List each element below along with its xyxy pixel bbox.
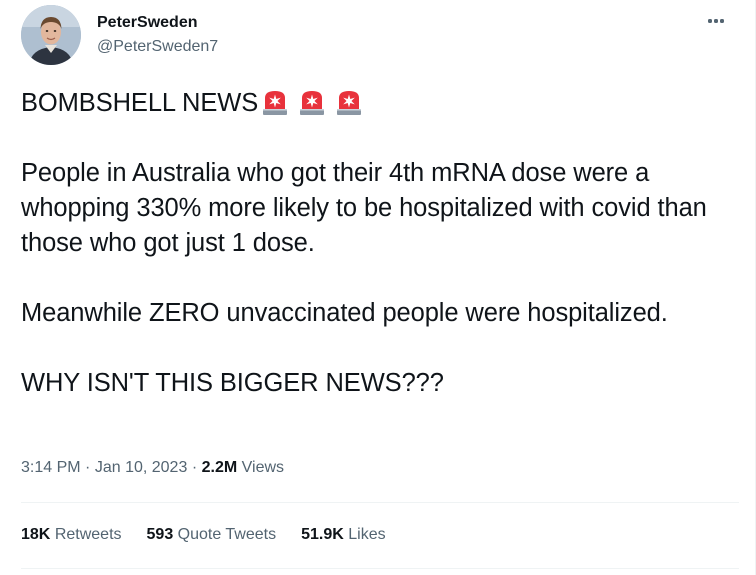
police-car-light-icon (334, 87, 364, 117)
meta-separator: · (191, 459, 198, 476)
likes-count: 51.9K (301, 526, 344, 543)
quote-tweets-stat[interactable]: 593 Quote Tweets (147, 524, 277, 546)
tweet-time[interactable]: 3:14 PM (21, 459, 81, 476)
more-dot-icon (714, 19, 718, 23)
views-label: Views (241, 459, 285, 476)
quotes-count: 593 (146, 526, 174, 543)
meta-separator: · (85, 459, 91, 476)
tweet-headline-line: BOMBSHELL NEWS (21, 86, 739, 121)
tweet-paragraph-1: People in Australia who got their 4th mR… (21, 159, 707, 257)
tweet-date[interactable]: Jan 10, 2023 (95, 459, 188, 476)
views-count: 2.2M (201, 459, 238, 476)
quotes-label: Quote Tweets (177, 526, 277, 543)
divider (21, 568, 739, 569)
retweets-count: 18K (21, 526, 51, 543)
police-car-light-icon (297, 87, 327, 117)
likes-label: Likes (348, 526, 386, 543)
likes-stat[interactable]: 51.9K Likes (301, 524, 386, 546)
avatar[interactable] (21, 5, 81, 65)
tweet-text: BOMBSHELL NEWS People in Australia who g… (21, 86, 739, 401)
retweets-stat[interactable]: 18K Retweets (21, 524, 122, 546)
divider (21, 502, 739, 503)
more-dot-icon (708, 19, 712, 23)
more-options-button[interactable] (703, 12, 729, 30)
more-dot-icon (720, 19, 724, 23)
tweet-paragraph-2: Meanwhile ZERO unvaccinated people were … (21, 299, 668, 327)
avatar-image (21, 5, 81, 65)
engagement-stats: 18K Retweets 593 Quote Tweets 51.9K Like… (21, 524, 411, 546)
tweet-headline: BOMBSHELL NEWS (21, 89, 259, 117)
tweet-card: PeterSweden @PeterSweden7 BOMBSHELL NEWS… (0, 0, 756, 575)
tweet-meta: 3:14 PM · Jan 10, 2023 · 2.2M Views (21, 457, 284, 479)
author-handle[interactable]: @PeterSweden7 (97, 37, 218, 57)
author-name[interactable]: PeterSweden (97, 13, 197, 33)
retweets-label: Retweets (54, 526, 122, 543)
siren-emoji-group (260, 87, 371, 117)
police-car-light-icon (260, 87, 290, 117)
tweet-paragraph-3: WHY ISN'T THIS BIGGER NEWS??? (21, 369, 444, 397)
